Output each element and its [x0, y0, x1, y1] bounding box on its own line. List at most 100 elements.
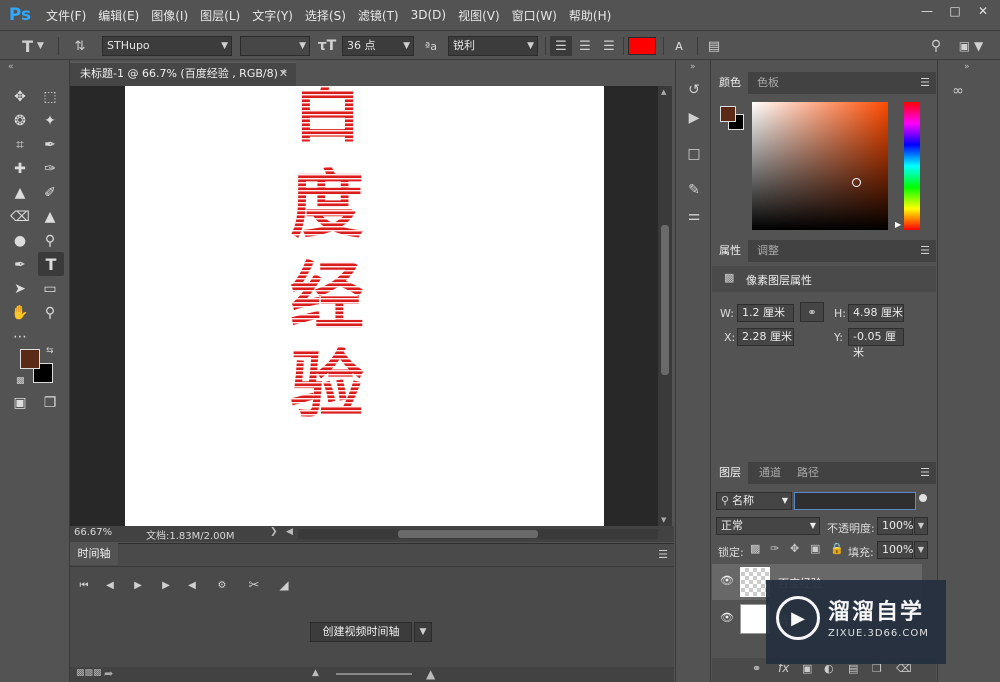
hand-tool-icon[interactable]: ✋	[8, 302, 32, 324]
next-frame-icon[interactable]: ▶	[156, 576, 176, 594]
quick-mask-icon[interactable]: ▣	[8, 392, 32, 414]
align-left-icon[interactable]: ☰	[550, 36, 572, 56]
render-icon[interactable]: ➦	[104, 667, 113, 680]
rectangle-tool-icon[interactable]: ▭	[38, 278, 62, 300]
path-selection-icon[interactable]: ➤	[8, 278, 32, 300]
tab-color[interactable]: 颜色	[712, 72, 748, 94]
document-canvas[interactable]: 百 度 经 验	[125, 86, 604, 526]
color-picker-field[interactable]	[752, 102, 888, 230]
link-layers-icon[interactable]: ⚭	[752, 662, 761, 675]
menu-type[interactable]: 文字(Y)	[246, 7, 299, 24]
character-icon[interactable]: □	[684, 144, 704, 164]
lock-transparent-icon[interactable]: ▩	[750, 542, 760, 555]
pen-tool-icon[interactable]: ✒	[8, 254, 32, 276]
zoom-tool-icon[interactable]: ⚲	[38, 302, 62, 324]
creative-cloud-icon[interactable]: ∞	[946, 80, 970, 102]
healing-brush-icon[interactable]: ✚	[8, 158, 32, 180]
width-field[interactable]: 1.2 厘米	[737, 304, 794, 322]
tab-adjustments[interactable]: 调整	[750, 240, 786, 262]
create-timeline-dropdown-icon[interactable]: ▼	[414, 622, 432, 642]
align-right-icon[interactable]: ☰	[598, 36, 620, 56]
horizontal-scroll-thumb[interactable]	[398, 530, 538, 538]
transition-icon[interactable]: ◢	[274, 576, 294, 594]
menu-select[interactable]: 选择(S)	[299, 7, 352, 24]
text-color-swatch[interactable]	[628, 37, 656, 55]
dodge-tool-icon[interactable]: ⚲	[38, 230, 62, 252]
layer-filter-kind-select[interactable]: ⚲ 名称 ▼	[716, 492, 792, 510]
scroll-left-icon[interactable]: ◀	[286, 527, 293, 537]
anti-alias-select[interactable]: 锐利 ▼	[448, 36, 538, 56]
zoom-in-timeline-icon[interactable]: ▲	[426, 667, 435, 681]
magic-wand-icon[interactable]: ✦	[38, 110, 62, 132]
more-tools-icon[interactable]: ⋯	[8, 326, 32, 348]
clone-stamp-icon[interactable]: ▲	[8, 182, 32, 204]
menu-view[interactable]: 视图(V)	[452, 7, 506, 24]
tab-paths[interactable]: 路径	[790, 462, 826, 484]
history-icon[interactable]: ↺	[684, 80, 704, 100]
document-tab[interactable]: 未标题-1 @ 66.7% (百度经验 , RGB/8) * ✕	[70, 62, 296, 86]
swap-colors-icon[interactable]: ⇆	[46, 346, 54, 356]
visibility-eye-icon[interactable]: 👁	[720, 574, 734, 587]
fill-dropdown-icon[interactable]: ▼	[914, 541, 928, 559]
font-size-select[interactable]: 36 点 ▼	[342, 36, 414, 56]
screen-mode-icon[interactable]: ❐	[38, 392, 62, 414]
menu-window[interactable]: 窗口(W)	[506, 7, 563, 24]
menu-file[interactable]: 文件(F)	[40, 7, 92, 24]
maximize-icon[interactable]: □	[944, 2, 966, 20]
text-orientation-icon[interactable]: ⇅	[68, 36, 92, 56]
audio-icon[interactable]: ◀	[182, 576, 202, 594]
foreground-color-swatch[interactable]	[20, 349, 40, 369]
zoom-out-timeline-icon[interactable]: ▲	[312, 668, 319, 678]
minimize-icon[interactable]: —	[916, 2, 938, 20]
menu-3d[interactable]: 3D(D)	[405, 8, 452, 22]
height-field[interactable]: 4.98 厘米	[848, 304, 904, 322]
frame-mode-icon[interactable]: ▩▩▩	[76, 668, 102, 678]
tab-swatches[interactable]: 色板	[750, 72, 786, 94]
close-tab-icon[interactable]: ✕	[279, 63, 288, 85]
color-panel-foreground-swatch[interactable]	[720, 106, 736, 122]
tab-channels[interactable]: 通道	[752, 462, 788, 484]
paint-bucket-icon[interactable]: ▲	[38, 206, 62, 228]
lasso-tool-icon[interactable]: ❂	[8, 110, 32, 132]
play-icon[interactable]: ▶	[128, 576, 148, 594]
vertical-scroll-thumb[interactable]	[661, 225, 669, 375]
panel-menu-icon[interactable]: ☰	[920, 244, 930, 257]
scroll-down-icon[interactable]: ▼	[661, 516, 666, 524]
opacity-field[interactable]: 100%	[877, 517, 913, 535]
tab-properties[interactable]: 属性	[712, 240, 748, 262]
prev-frame-icon[interactable]: ◀	[100, 576, 120, 594]
opacity-dropdown-icon[interactable]: ▼	[914, 517, 928, 535]
lock-position-icon[interactable]: ✥	[790, 542, 799, 555]
filter-toggle-icon[interactable]	[919, 494, 927, 502]
settings-gear-icon[interactable]: ⚙	[212, 576, 232, 594]
crop-tool-icon[interactable]: ⌗	[8, 134, 32, 156]
menu-layer[interactable]: 图层(L)	[194, 7, 246, 24]
type-tool-icon[interactable]: T	[38, 252, 64, 276]
status-menu-icon[interactable]: ❯	[270, 527, 278, 537]
blur-tool-icon[interactable]: ●	[8, 230, 32, 252]
color-picker-cursor[interactable]	[852, 178, 861, 187]
layer-filter-input[interactable]	[794, 492, 916, 510]
font-style-select[interactable]: ▼	[240, 36, 310, 56]
timeline-tab[interactable]: 时间轴	[70, 543, 118, 565]
close-icon[interactable]: ✕	[972, 2, 994, 20]
scroll-up-icon[interactable]: ▲	[661, 88, 666, 96]
x-field[interactable]: 2.28 厘米	[737, 328, 794, 346]
dock-collapse-icon[interactable]: »	[690, 62, 696, 72]
eyedropper-icon[interactable]: ✒	[38, 134, 62, 156]
dock-collapse-icon[interactable]: »	[964, 62, 970, 72]
search-icon[interactable]: ⚲	[924, 36, 948, 56]
menu-edit[interactable]: 编辑(E)	[92, 7, 145, 24]
panel-menu-icon[interactable]: ☰	[920, 466, 930, 479]
workspace-icon[interactable]: ▣ ▼	[954, 36, 988, 56]
create-video-timeline-button[interactable]: 创建视频时间轴	[310, 622, 412, 642]
zoom-level[interactable]: 66.67%	[74, 527, 112, 538]
panel-menu-icon[interactable]: ☰	[658, 548, 668, 561]
history-brush-icon[interactable]: ✐	[38, 182, 62, 204]
eraser-tool-icon[interactable]: ⌫	[8, 206, 32, 228]
menu-image[interactable]: 图像(I)	[145, 7, 194, 24]
first-frame-icon[interactable]: ⏮	[74, 576, 94, 594]
lock-all-icon[interactable]: 🔒	[830, 542, 844, 555]
brush-tool-icon[interactable]: ✑	[38, 158, 62, 180]
move-tool-icon[interactable]: ✥	[8, 86, 32, 108]
